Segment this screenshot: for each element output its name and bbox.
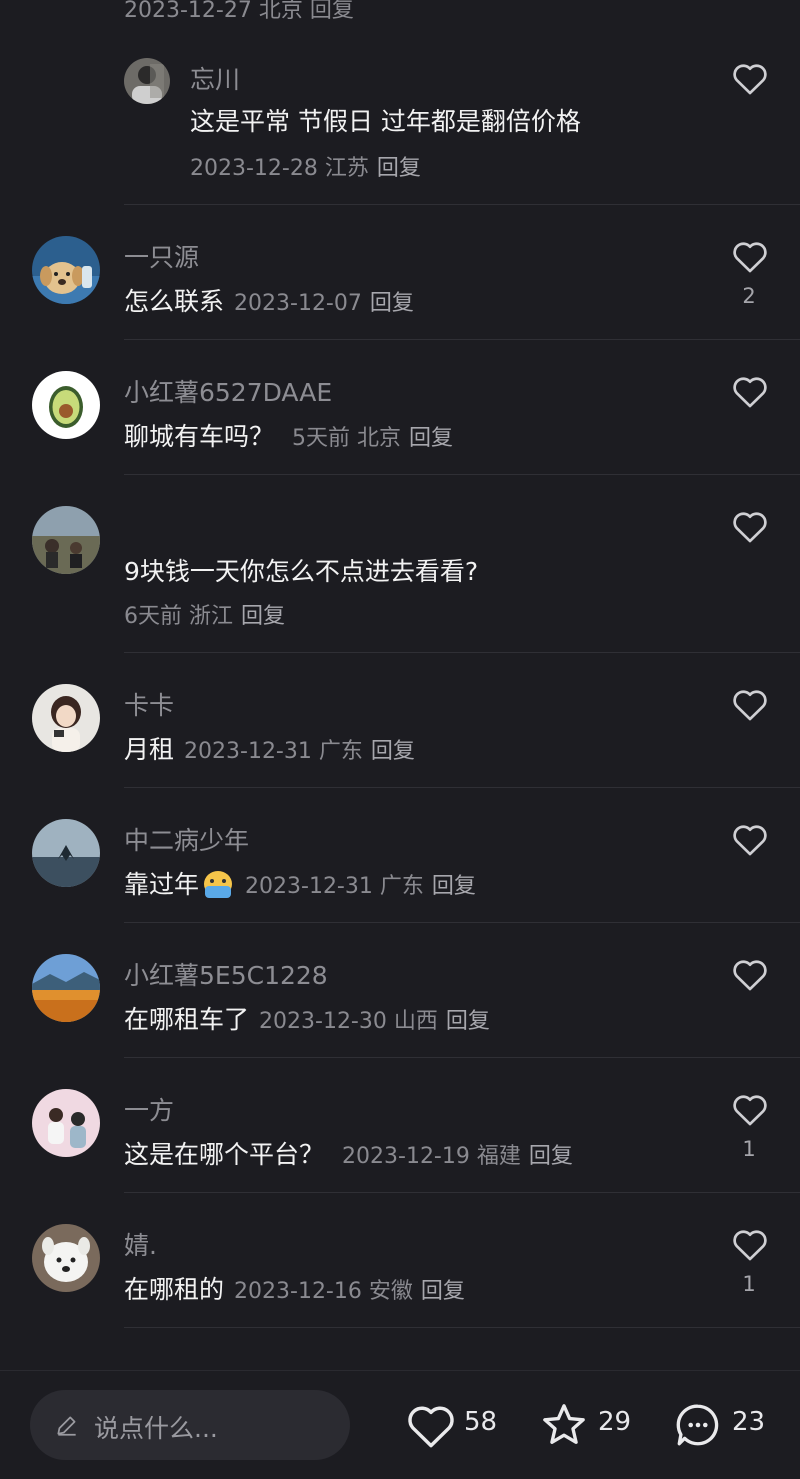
avatar[interactable] xyxy=(32,684,100,752)
comment-meta: 2023-12-28 江苏 回复 xyxy=(190,156,421,181)
comment-author[interactable]: 婧. xyxy=(124,1226,157,1262)
heart-icon[interactable] xyxy=(731,1226,769,1262)
like-count: 2 xyxy=(742,284,756,308)
star-icon[interactable] xyxy=(538,1400,590,1450)
heart-icon[interactable] xyxy=(731,238,769,274)
comment-author[interactable]: 一只源 xyxy=(124,238,199,274)
divider xyxy=(124,474,800,475)
comment-author[interactable]: 小红薯5E5C1228 xyxy=(124,956,328,992)
bottom-action-bar: 说点什么... 58 29 23 xyxy=(0,1370,800,1479)
avatar[interactable] xyxy=(32,819,100,887)
comment-input[interactable]: 说点什么... xyxy=(30,1390,350,1460)
comment-bubble-icon[interactable] xyxy=(672,1400,724,1450)
comment-meta: 6天前 浙江 回复 xyxy=(124,604,286,629)
avatar[interactable] xyxy=(32,236,100,304)
divider xyxy=(124,1327,800,1328)
divider xyxy=(124,339,800,340)
divider xyxy=(124,652,800,653)
comment-text: 这是在哪个平台？ 2023-12-19 福建 回复 xyxy=(124,1138,573,1170)
comment-text: 月租 2023-12-31 广东 回复 xyxy=(124,733,415,765)
comment-text: 9块钱一天你怎么不点进去看看? xyxy=(124,557,479,586)
comment-text: 靠过年 2023-12-31 广东 回复 xyxy=(124,868,476,900)
crying-face-emoji xyxy=(201,868,235,898)
avatar[interactable] xyxy=(124,58,170,104)
reply-button[interactable]: 回复 xyxy=(370,285,414,317)
partial-comment-meta: 2023-12-27 北京 回复 xyxy=(124,0,354,23)
comment-author[interactable]: 卡卡 xyxy=(124,686,174,722)
comment-author[interactable]: 忘川 xyxy=(190,60,240,96)
like-count: 58 xyxy=(464,1407,498,1437)
pencil-icon xyxy=(54,1412,80,1438)
comment-text: 这是平常 节假日 过年都是翻倍价格 xyxy=(190,107,581,136)
comment-count: 23 xyxy=(732,1407,766,1437)
reply-button[interactable]: 回复 xyxy=(409,420,453,452)
avatar[interactable] xyxy=(32,371,100,439)
heart-icon[interactable] xyxy=(731,686,769,722)
heart-icon[interactable] xyxy=(731,373,769,409)
heart-icon[interactable] xyxy=(731,956,769,992)
heart-icon[interactable] xyxy=(731,821,769,857)
comment-text: 怎么联系 2023-12-07 回复 xyxy=(124,285,414,317)
reply-button[interactable]: 回复 xyxy=(421,1273,465,1305)
avatar[interactable] xyxy=(32,506,100,574)
avatar[interactable] xyxy=(32,1224,100,1292)
comment-text: 聊城有车吗？ 5天前 北京 回复 xyxy=(124,420,454,452)
reply-button[interactable]: 回复 xyxy=(529,1138,573,1170)
input-placeholder: 说点什么... xyxy=(94,1414,218,1443)
heart-icon[interactable] xyxy=(405,1400,457,1450)
like-count: 1 xyxy=(742,1137,756,1161)
divider xyxy=(124,204,800,205)
reply-button[interactable]: 回复 xyxy=(446,1003,490,1035)
reply-button[interactable]: 回复 xyxy=(241,604,285,629)
comment-text: 在哪租车了 2023-12-30 山西 回复 xyxy=(124,1003,490,1035)
heart-icon[interactable] xyxy=(731,1091,769,1127)
reply-button[interactable]: 回复 xyxy=(432,868,476,900)
comment-author[interactable]: 中二病少年 xyxy=(124,821,249,857)
favorite-count: 29 xyxy=(598,1407,632,1437)
heart-icon[interactable] xyxy=(731,508,769,544)
reply-button[interactable]: 回复 xyxy=(377,156,421,181)
comment-text: 在哪租的 2023-12-16 安徽 回复 xyxy=(124,1273,465,1305)
like-count: 1 xyxy=(742,1272,756,1296)
comment-author[interactable]: 小红薯6527DAAE xyxy=(124,373,332,409)
comment-author[interactable]: 一方 xyxy=(124,1091,174,1127)
avatar[interactable] xyxy=(32,954,100,1022)
divider xyxy=(124,787,800,788)
heart-icon[interactable] xyxy=(731,60,769,96)
divider xyxy=(124,1192,800,1193)
reply-button[interactable]: 回复 xyxy=(371,733,415,765)
divider xyxy=(124,1057,800,1058)
avatar[interactable] xyxy=(32,1089,100,1157)
divider xyxy=(124,922,800,923)
